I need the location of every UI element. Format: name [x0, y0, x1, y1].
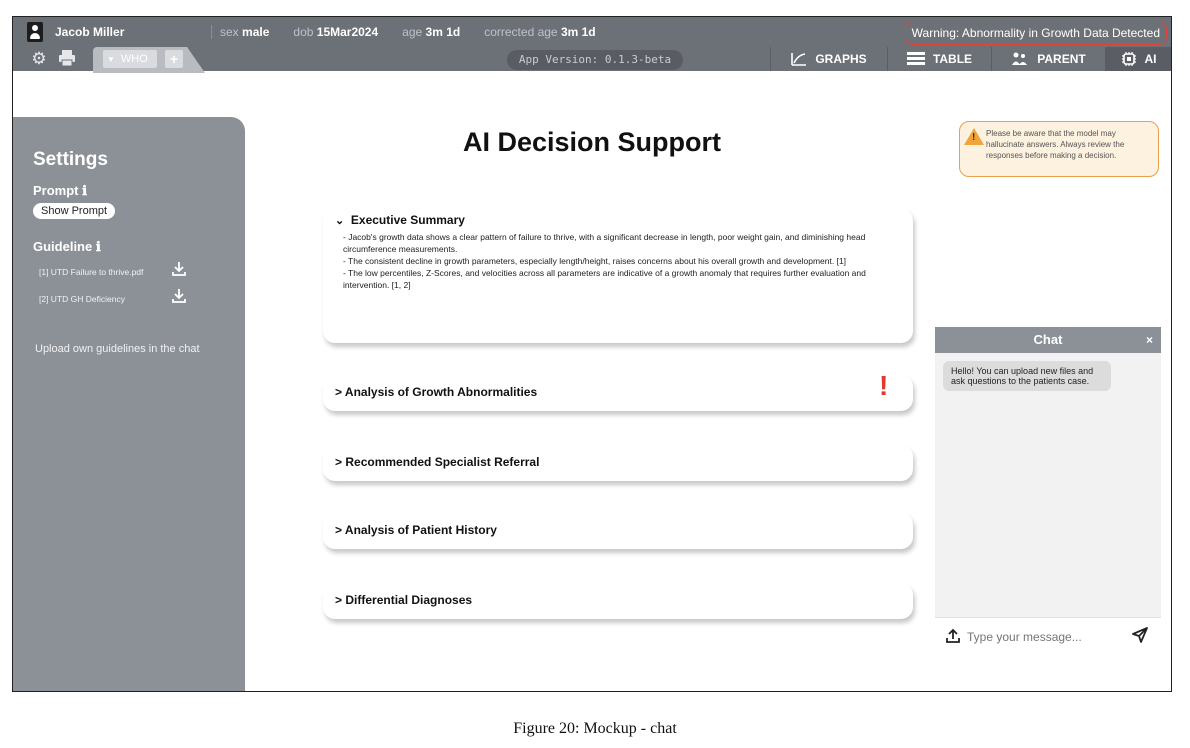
age-value: 3m 1d	[425, 25, 461, 39]
section-card-differential-diagnoses[interactable]: > Differential Diagnoses	[323, 583, 913, 619]
close-icon[interactable]: ×	[1146, 327, 1153, 353]
chat-header: Chat ×	[935, 327, 1161, 353]
patient-corrected-age: corrected age 3m 1d	[484, 25, 595, 39]
section-title: Executive Summary	[350, 213, 465, 227]
summary-body: - Jacob's growth data shows a clear patt…	[343, 231, 891, 291]
table-label: TABLE	[932, 52, 973, 66]
top-bar: Jacob Miller sex male dob 15Mar2024 age …	[13, 17, 1171, 73]
patient-name: Jacob Miller	[55, 25, 125, 39]
guideline-doc-2[interactable]: [2] UTD GH Deficiency	[39, 294, 125, 304]
patient-avatar-icon	[27, 22, 43, 42]
sex-value: male	[242, 25, 270, 39]
summary-line: - The low percentiles, Z-Scores, and vel…	[343, 268, 866, 290]
chat-title: Chat	[1033, 332, 1063, 347]
prompt-label: Prompt ℹ	[33, 183, 88, 198]
send-icon[interactable]	[1131, 626, 1149, 649]
parent-tab[interactable]: PARENT	[991, 47, 1105, 71]
chevron-down-icon: ⌄	[335, 215, 345, 227]
section-header[interactable]: > Analysis of Patient History	[335, 523, 497, 537]
table-icon	[906, 52, 925, 65]
gear-icon[interactable]: ⚙	[29, 49, 49, 69]
add-tab-button[interactable]: +	[165, 50, 183, 68]
caret-down-icon: ▼	[107, 55, 115, 64]
age-label: age	[402, 25, 423, 39]
divider	[211, 25, 212, 39]
chat-message-input[interactable]	[967, 630, 1117, 644]
app-version-pill: App Version: 0.1.3-beta	[507, 50, 683, 70]
patient-info-row: Jacob Miller sex male dob 15Mar2024 age …	[13, 17, 1171, 47]
summary-line: - The consistent decline in growth param…	[343, 256, 847, 266]
chat-panel: Chat × Hello! You can upload new files a…	[935, 327, 1161, 627]
dob-label: dob	[293, 25, 314, 39]
graphs-label: GRAPHS	[815, 52, 867, 66]
section-title: Recommended Specialist Referral	[345, 455, 540, 469]
hallucination-disclaimer: Please be aware that the model may hallu…	[959, 121, 1159, 177]
growth-warning-badge[interactable]: Warning: Abnormality in Growth Data Dete…	[904, 21, 1167, 45]
download-icon[interactable]	[171, 261, 187, 280]
download-icon[interactable]	[171, 288, 187, 307]
chevron-right-icon: >	[335, 523, 343, 537]
section-header[interactable]: > Differential Diagnoses	[335, 593, 472, 607]
executive-summary-card[interactable]: ⌄ Executive Summary - Jacob's growth dat…	[323, 209, 913, 343]
chat-input-bar	[935, 617, 1161, 659]
app-window: Jacob Miller sex male dob 15Mar2024 age …	[12, 16, 1172, 692]
patient-age: age 3m 1d	[402, 25, 460, 39]
dob-value: 15Mar2024	[316, 25, 379, 39]
corrected-age-label: corrected age	[484, 25, 558, 39]
section-title: Analysis of Growth Abnormalities	[344, 385, 538, 399]
who-label: WHO	[120, 53, 148, 65]
parent-label: PARENT	[1037, 52, 1086, 66]
chart-line-icon	[791, 53, 807, 66]
section-card-patient-history[interactable]: > Analysis of Patient History	[323, 513, 913, 549]
alert-icon: !	[879, 370, 889, 401]
section-title: Analysis of Patient History	[344, 523, 497, 537]
guideline-doc-1[interactable]: [1] UTD Failure to thrive.pdf	[39, 267, 143, 277]
section-card-growth-abnormalities[interactable]: > Analysis of Growth Abnormalities !	[323, 371, 913, 411]
upload-icon[interactable]	[945, 628, 961, 649]
printer-icon[interactable]	[57, 49, 77, 69]
corrected-age-value: 3m 1d	[560, 25, 596, 39]
patient-sex: sex male	[220, 25, 269, 39]
disclaimer-text: Please be aware that the model may hallu…	[986, 129, 1125, 160]
settings-sidebar: Settings Prompt ℹ Show Prompt Guideline …	[13, 117, 245, 691]
warning-icon	[964, 128, 984, 145]
section-header[interactable]: > Analysis of Growth Abnormalities	[335, 385, 537, 399]
chevron-right-icon: >	[335, 593, 343, 607]
section-card-specialist-referral[interactable]: > Recommended Specialist Referral	[323, 445, 913, 481]
chevron-right-icon: >	[335, 455, 343, 469]
upload-guidelines-hint: Upload own guidelines in the chat	[35, 343, 200, 355]
parents-icon	[1012, 52, 1028, 65]
graphs-tab[interactable]: GRAPHS	[770, 47, 887, 71]
section-header[interactable]: ⌄ Executive Summary	[335, 213, 465, 227]
section-header[interactable]: > Recommended Specialist Referral	[335, 455, 539, 469]
chip-icon	[1121, 52, 1136, 66]
chevron-right-icon: >	[335, 385, 343, 399]
patient-dob: dob 15Mar2024	[293, 25, 378, 39]
show-prompt-button[interactable]: Show Prompt	[33, 203, 116, 219]
summary-line: - Jacob's growth data shows a clear patt…	[343, 232, 866, 254]
who-dropdown[interactable]: ▼ WHO	[103, 50, 157, 68]
figure-caption: Figure 20: Mockup - chat	[513, 720, 677, 737]
ai-label: AI	[1144, 52, 1157, 66]
section-title: Differential Diagnoses	[345, 593, 473, 607]
sex-label: sex	[220, 25, 239, 39]
guideline-label: Guideline ℹ	[33, 239, 101, 254]
chat-message-bubble: Hello! You can upload new files and ask …	[943, 361, 1111, 391]
toolbar: ⚙ ▼ WHO + App Version: 0.1.3-beta GRAPHS …	[13, 47, 1171, 73]
table-tab[interactable]: TABLE	[887, 47, 991, 71]
ai-tab[interactable]: AI	[1105, 47, 1171, 71]
